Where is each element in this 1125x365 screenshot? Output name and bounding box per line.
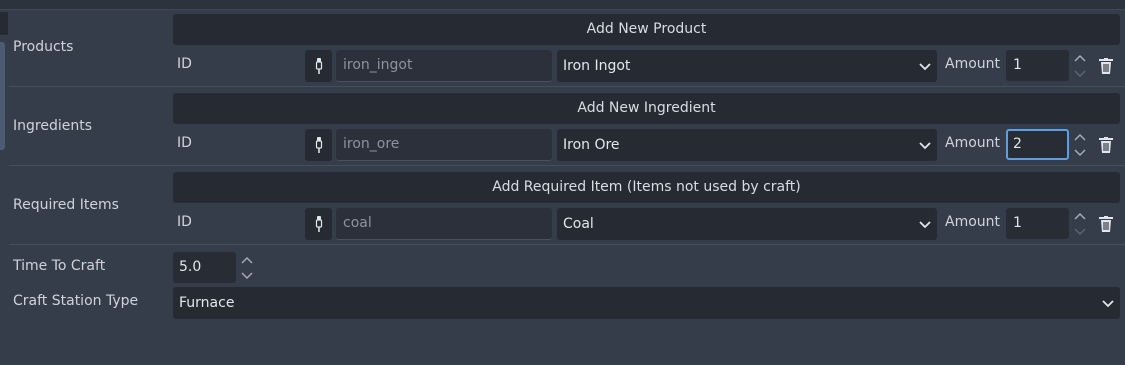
add-product-button[interactable]: Add New Product (173, 14, 1120, 45)
ingredient-amount-field[interactable]: 2 (1006, 129, 1069, 160)
ingredient-item-value: Iron Ore (563, 137, 620, 153)
required-amount-label: Amount (945, 214, 1001, 230)
ingredient-item-select[interactable]: Iron Ore (557, 129, 937, 161)
products-label: Products (13, 39, 74, 55)
product-id-field[interactable]: iron_ingot (336, 50, 552, 82)
ingredient-pick-button[interactable] (305, 129, 332, 161)
ingredient-amount-label: Amount (945, 135, 1001, 151)
chevron-down-icon (919, 63, 931, 71)
craft-station-type-label: Craft Station Type (13, 293, 139, 309)
required-id-label: ID (177, 214, 192, 230)
product-id-label: ID (177, 56, 192, 72)
required-item-value: Coal (563, 216, 594, 232)
required-item-select[interactable]: Coal (557, 208, 937, 240)
add-required-item-button[interactable]: Add Required Item (Items not used by cra… (173, 172, 1120, 203)
required-items-label: Required Items (13, 197, 119, 213)
craft-station-select[interactable]: Furnace (173, 287, 1120, 319)
scrollbar-handle[interactable] (0, 42, 5, 150)
section-divider (9, 86, 1125, 87)
chevron-down-icon (919, 221, 931, 229)
ingredients-label: Ingredients (13, 118, 92, 134)
top-strip (0, 0, 1125, 10)
required-pick-button[interactable] (305, 208, 332, 240)
time-to-craft-spinner[interactable] (241, 253, 253, 283)
product-item-value: Iron Ingot (563, 58, 631, 74)
trash-icon[interactable] (1099, 137, 1113, 153)
product-pick-button[interactable] (305, 50, 332, 82)
trash-icon[interactable] (1099, 58, 1113, 74)
product-amount-label: Amount (945, 56, 1001, 72)
time-to-craft-field[interactable]: 5.0 (173, 252, 236, 283)
trash-icon[interactable] (1099, 216, 1113, 232)
required-id-field[interactable]: coal (336, 208, 552, 240)
ingredient-id-label: ID (177, 135, 192, 151)
required-amount-field[interactable]: 1 (1006, 208, 1069, 239)
required-amount-spinner[interactable] (1074, 209, 1086, 239)
pipette-icon (315, 137, 322, 153)
product-amount-field[interactable]: 1 (1006, 50, 1069, 81)
section-divider (9, 165, 1125, 166)
pipette-icon (315, 58, 322, 74)
time-to-craft-label: Time To Craft (13, 258, 106, 274)
add-ingredient-button[interactable]: Add New Ingredient (173, 93, 1120, 124)
left-tab[interactable] (0, 12, 8, 35)
ingredient-amount-spinner[interactable] (1074, 130, 1086, 160)
product-item-select[interactable]: Iron Ingot (557, 50, 937, 82)
chevron-down-icon (1102, 300, 1114, 308)
chevron-down-icon (919, 142, 931, 150)
product-amount-spinner[interactable] (1074, 51, 1086, 81)
pipette-icon (315, 216, 322, 232)
section-divider (9, 244, 1125, 245)
craft-station-value: Furnace (179, 295, 235, 311)
ingredient-id-field[interactable]: iron_ore (336, 129, 552, 161)
